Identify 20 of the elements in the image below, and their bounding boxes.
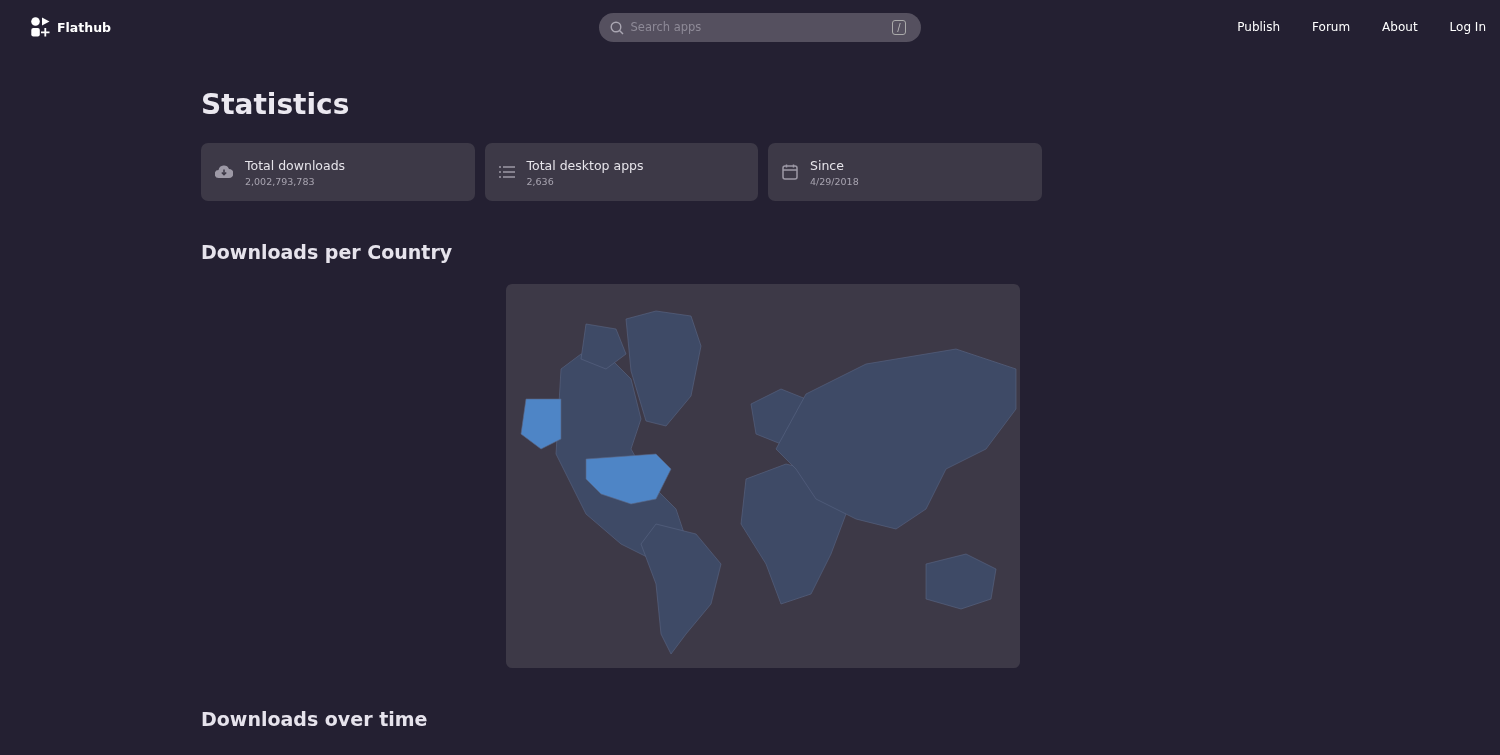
stat-label: Total downloads	[245, 157, 346, 173]
list-icon	[498, 166, 515, 178]
shortcut-key: /	[892, 19, 906, 35]
nav-link[interactable]: Forum	[1296, 14, 1367, 40]
cloud-download-icon	[215, 165, 233, 179]
stat-label: Total desktop apps	[526, 157, 644, 173]
search-icon	[609, 20, 624, 35]
stat-value: 2,636	[526, 175, 555, 187]
nav-link[interactable]: Publish	[1221, 14, 1297, 40]
stat-value: 2,002,793,783	[245, 175, 316, 187]
brand-name[interactable]: Flathub	[57, 19, 111, 35]
page-title: Statistics	[201, 88, 351, 121]
stat-value: 4/29/2018	[810, 175, 859, 187]
calendar-icon	[782, 164, 798, 180]
stat-label: Since	[810, 157, 845, 173]
logo-icon[interactable]	[31, 17, 51, 37]
section-heading: Downloads per Country	[201, 241, 454, 263]
nav-link[interactable]: About	[1366, 14, 1434, 40]
nav-link[interactable]: Log In	[1433, 14, 1488, 40]
section-heading: Downloads over time	[201, 708, 429, 730]
